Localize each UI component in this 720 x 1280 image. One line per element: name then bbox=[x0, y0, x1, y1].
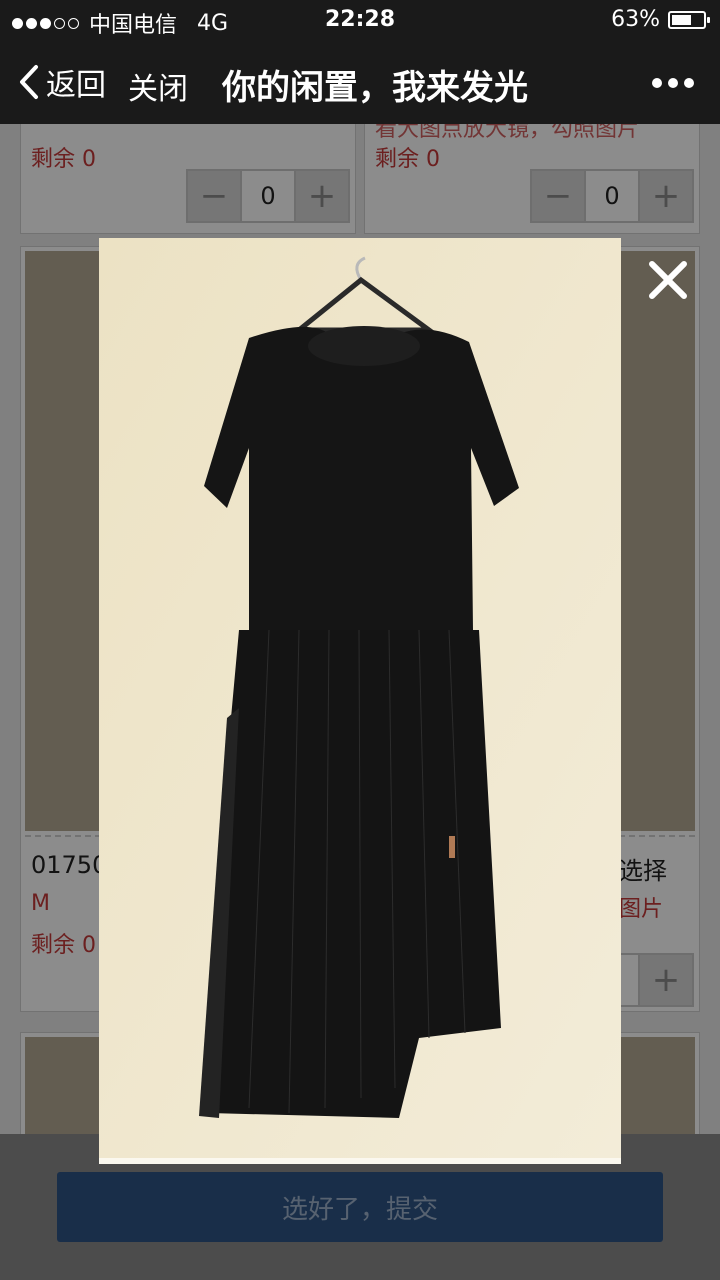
nav-bar: 返回 关闭 你的闲置，我来发光 bbox=[0, 40, 720, 124]
close-page-button[interactable]: 关闭 bbox=[128, 64, 188, 108]
page-title: 你的闲置，我来发光 bbox=[222, 68, 528, 108]
ellipsis-icon[interactable] bbox=[652, 78, 694, 88]
back-button[interactable]: 返回 bbox=[18, 60, 106, 104]
status-right: 63% bbox=[611, 7, 710, 32]
dress-illustration bbox=[99, 238, 621, 1164]
close-icon[interactable] bbox=[640, 252, 696, 308]
chevron-left-icon bbox=[20, 65, 38, 99]
battery-icon bbox=[668, 10, 710, 29]
battery-percent: 63% bbox=[611, 7, 660, 32]
enlarged-product-image bbox=[99, 238, 621, 1164]
status-bar: 中国电信 4G 22:28 63% bbox=[0, 0, 720, 40]
back-label: 返回 bbox=[46, 68, 106, 103]
